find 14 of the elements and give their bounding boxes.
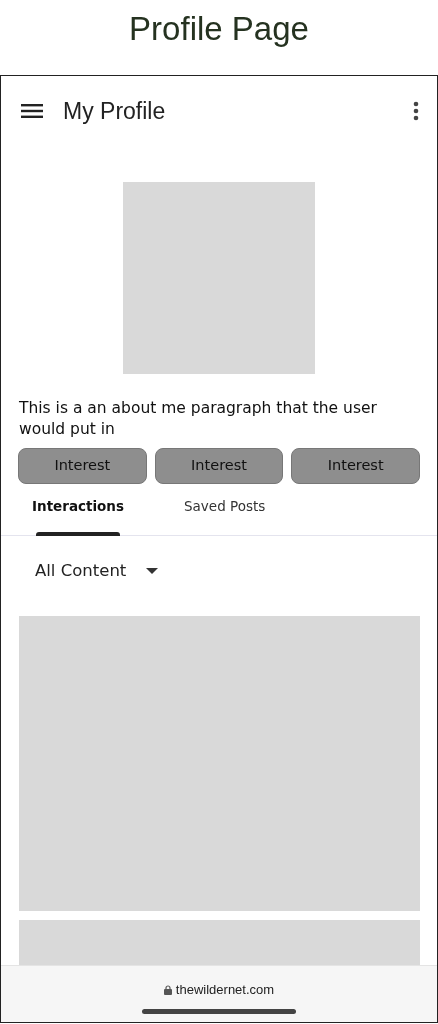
- more-options-icon[interactable]: [413, 101, 419, 121]
- interest-chip[interactable]: Interest: [18, 448, 147, 484]
- url-text[interactable]: thewildernet.com: [175, 980, 275, 1000]
- profile-tab[interactable]: Interactions: [32, 496, 124, 536]
- caret-icon: [146, 568, 159, 574]
- about-paragraph: This is a an about me paragraph that the user would put in: [18, 398, 378, 440]
- menu-icon[interactable]: [21, 103, 43, 119]
- profile-tab[interactable]: Saved Posts: [184, 496, 266, 536]
- interest-chip[interactable]: Interest: [154, 448, 284, 484]
- lock-icon: [163, 984, 172, 995]
- content-filter-dropdown[interactable]: All Content: [35, 558, 159, 584]
- app-title: My Profile: [63, 96, 166, 126]
- interest-chip[interactable]: Interest: [291, 448, 420, 484]
- page-title: Profile Page: [128, 9, 310, 49]
